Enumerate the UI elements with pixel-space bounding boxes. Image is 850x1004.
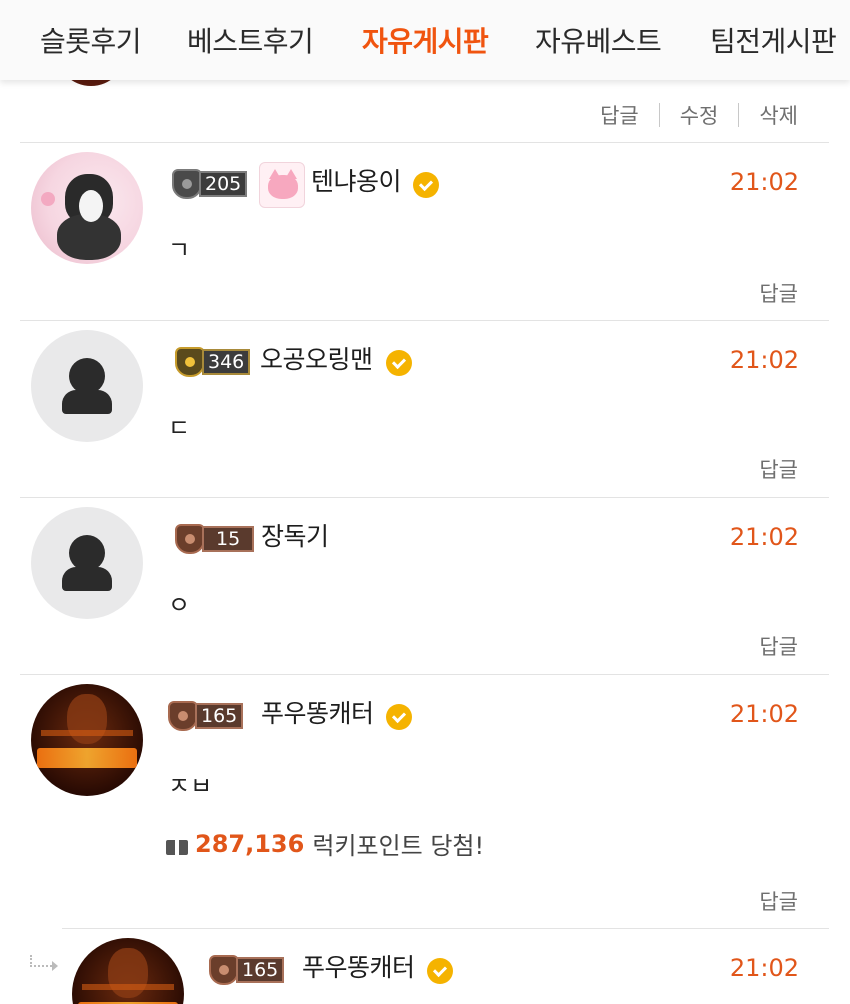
username[interactable]: 푸우똥캐터 [261,698,374,730]
comment-actions: 답글 수정 삭제 [600,100,798,130]
level-shield-icon [175,347,205,377]
level-badge: 15 [175,523,255,555]
reply-button[interactable]: 답글 [759,454,798,484]
delete-button[interactable]: 삭제 [759,100,798,130]
board-nav: 슬롯후기 베스트후기 자유게시판 자유베스트 팀전게시판 [0,0,850,80]
divider [738,103,740,127]
verified-badge-icon [386,704,412,730]
divider [20,320,829,321]
username[interactable]: 푸우똥캐터 [302,952,415,984]
username[interactable]: 텐냐옹이 [311,166,402,198]
default-avatar-icon[interactable] [31,330,143,442]
reply-button[interactable]: 답글 [759,886,798,916]
comment-time: 21:02 [729,168,799,196]
comment-text: ㅇ [168,591,191,619]
level-wing-icon [168,701,198,731]
reply-button[interactable]: 답글 [759,631,798,661]
level-shield-icon [175,524,205,554]
board-nav-track: 슬롯후기 베스트후기 자유게시판 자유베스트 팀전게시판 [0,0,850,80]
tab-slot-review[interactable]: 슬롯후기 [40,20,142,60]
comment-text: ㄱ [168,236,191,264]
level-badge: 205 [172,168,248,200]
gift-icon [165,833,189,855]
level-badge: 165 [168,700,244,732]
level-shield-icon [172,169,202,199]
divider [20,142,829,143]
reply-arrow-icon [30,955,58,971]
level-badge: 346 [175,346,251,378]
lucky-text: 럭키포인트 당첨! [312,832,485,860]
edit-button[interactable]: 수정 [680,100,719,130]
level-wing-icon [209,955,239,985]
lucky-points: 287,136 [195,829,305,858]
comment-time: 21:02 [729,954,799,982]
username[interactable]: 장독기 [261,521,329,553]
divider [20,497,829,498]
tab-best-review[interactable]: 베스트후기 [187,20,314,60]
divider [658,103,660,127]
avatar[interactable] [31,684,143,796]
comment-time: 21:02 [729,523,799,551]
avatar[interactable] [72,938,184,1004]
verified-badge-icon [386,350,412,376]
tab-free-best[interactable]: 자유베스트 [535,20,662,60]
reply-button[interactable]: 답글 [600,100,639,130]
level-badge: 165 [209,954,285,986]
lucky-point-notice: 287,136 럭키포인트 당첨! [165,826,484,861]
avatar[interactable] [31,152,143,264]
divider [20,674,829,675]
username[interactable]: 오공오링맨 [260,344,373,376]
cat-sticker-icon [259,162,305,208]
verified-badge-icon [413,172,439,198]
default-avatar-icon[interactable] [31,507,143,619]
comment-text: ㄷ [168,414,191,442]
tab-free-board[interactable]: 자유게시판 [362,20,489,60]
tab-team-board[interactable]: 팀전게시판 [710,20,837,60]
comment-time: 21:02 [729,700,799,728]
verified-badge-icon [427,958,453,984]
divider [62,928,829,929]
reply-button[interactable]: 답글 [759,278,798,308]
comment-text: ㅈㅂ [168,772,213,800]
comment-time: 21:02 [729,346,799,374]
